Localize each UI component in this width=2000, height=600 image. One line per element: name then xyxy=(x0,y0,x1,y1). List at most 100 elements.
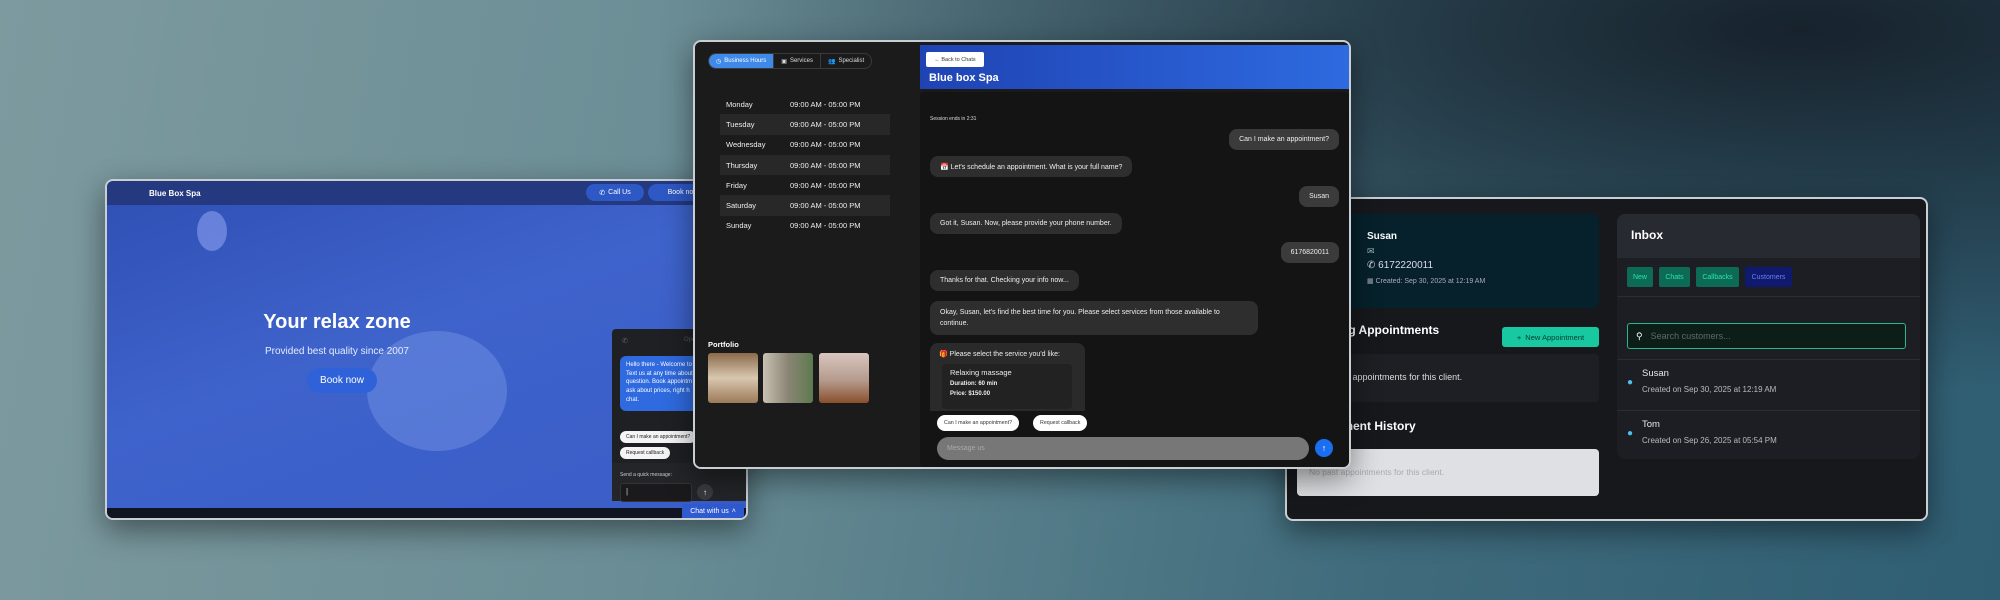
arrow-up-icon: ↑ xyxy=(703,487,707,497)
chat-with-us-button[interactable]: Chat with us ˄ xyxy=(682,504,744,518)
tab-new[interactable]: New xyxy=(1627,267,1653,287)
call-us-label: Call Us xyxy=(608,189,631,196)
search-icon: ⚲ xyxy=(1636,330,1643,341)
tab-label: Services xyxy=(789,58,813,64)
briefcase-icon: ▣ xyxy=(781,58,787,65)
chat-panel: ← Back to Chats Blue box Spa Session end… xyxy=(920,42,1349,467)
hero-subtitle: Provided best quality since 2007 xyxy=(265,346,409,357)
time: 09:00 AM - 05:00 PM xyxy=(790,99,861,109)
customer-name: Susan xyxy=(1642,368,1669,379)
decorative-candle xyxy=(197,211,227,251)
call-us-button[interactable]: ✆ Call Us xyxy=(586,184,644,201)
landing-page-window: Blue Box Spa ✆ Call Us Book now Your rela… xyxy=(105,179,748,520)
inbox-title: Inbox xyxy=(1617,214,1920,258)
service-price: Price: $150.00 xyxy=(950,391,991,397)
day: Tuesday xyxy=(726,119,755,129)
arrow-up-icon: ↑ xyxy=(1321,443,1327,453)
time: 09:00 AM - 05:00 PM xyxy=(790,140,861,150)
hours-row: Wednesday 09:00 AM - 05:00 PM xyxy=(720,135,890,155)
tab-label: Business Hours xyxy=(724,58,767,64)
day: Wednesday xyxy=(726,140,766,150)
client-created: ▦ Created: Sep 30, 2025 at 12:19 AM xyxy=(1367,277,1485,285)
info-tabs: ◷ Business Hours ▣ Services 👥 Specialist xyxy=(708,53,873,69)
user-message: Can I make an appointment? xyxy=(1229,129,1339,150)
admin-window: Susan ✉ ✆ 6172220011 ▦ Created: Sep 30, … xyxy=(1285,197,1928,521)
portfolio-image[interactable] xyxy=(763,353,813,403)
phone-icon: ✆ xyxy=(1367,260,1379,271)
chat-header: ← Back to Chats Blue box Spa xyxy=(920,45,1349,89)
day: Sunday xyxy=(726,221,752,231)
chat-window: ◷ Business Hours ▣ Services 👥 Specialist Mo… xyxy=(693,40,1351,469)
hours-row: Monday 09:00 AM - 05:00 PM xyxy=(720,94,890,114)
customer-item[interactable]: ● Susan Created on Sep 30, 2025 at 12:19 A… xyxy=(1617,359,1920,409)
hours-row: Friday 09:00 AM - 05:00 PM xyxy=(720,175,890,195)
time: 09:00 AM - 05:00 PM xyxy=(790,160,861,170)
bot-message: Got it, Susan. Now, please provide your … xyxy=(930,213,1122,234)
hours-table: Monday 09:00 AM - 05:00 PM Tuesday 09:00 A… xyxy=(720,94,890,236)
email-icon: ✉ xyxy=(1367,246,1375,256)
business-info-panel: ◷ Business Hours ▣ Services 👥 Specialist Mo… xyxy=(695,42,920,467)
time: 09:00 AM - 05:00 PM xyxy=(790,119,861,129)
tab-chats[interactable]: Chats xyxy=(1659,267,1690,287)
client-phone: ✆ 6172220011 xyxy=(1367,260,1433,271)
phone-value: 6172220011 xyxy=(1378,260,1434,271)
user-icon: ● xyxy=(1627,428,1634,439)
chat-title: Blue box Spa xyxy=(929,72,999,84)
chat-with-us-label: Chat with us xyxy=(690,507,729,515)
quick-reply-appointment[interactable]: Can I make an appointment? xyxy=(620,431,697,443)
customer-item[interactable]: ● Tom Created on Sep 26, 2025 at 05:54 PM xyxy=(1617,410,1920,459)
user-message: Susan xyxy=(1299,186,1339,207)
created-value: Created: Sep 30, 2025 at 12:19 AM xyxy=(1375,278,1486,285)
day: Saturday xyxy=(726,201,757,211)
time: 09:00 AM - 05:00 PM xyxy=(790,180,861,190)
hours-row: Saturday 09:00 AM - 05:00 PM xyxy=(720,195,890,216)
user-icon: ● xyxy=(1627,377,1634,388)
inbox-panel: Inbox New Chats Callbacks Customers ⚲ Sea… xyxy=(1617,214,1920,459)
search-customers-input[interactable]: ⚲ Search customers... xyxy=(1627,323,1906,349)
client-name: Susan xyxy=(1367,231,1398,242)
users-icon: 👥 xyxy=(827,58,836,65)
service-prompt: 🎁 Please select the service you'd like: xyxy=(939,351,1060,358)
tab-customers[interactable]: Customers xyxy=(1745,267,1792,287)
new-appointment-button[interactable]: + New Appointment xyxy=(1502,327,1599,347)
service-duration: Duration: 60 min xyxy=(950,381,998,387)
hero-title: Your relax zone xyxy=(263,311,411,333)
quick-reply-callback[interactable]: Request callback xyxy=(1033,415,1088,431)
phone-icon: ✆ xyxy=(622,338,628,345)
message-input[interactable]: Message us xyxy=(937,437,1309,460)
chevron-up-icon: ˄ xyxy=(731,507,736,515)
portfolio-image[interactable] xyxy=(708,353,758,403)
time: 09:00 AM - 05:00 PM xyxy=(790,221,861,231)
tab-specialist[interactable]: 👥 Specialist xyxy=(821,54,871,68)
tab-services[interactable]: ▣ Services xyxy=(774,54,821,68)
user-message: 6176820011 xyxy=(1280,242,1339,263)
quick-message-input[interactable]: | xyxy=(620,483,692,502)
hero-book-now-button[interactable]: Book now xyxy=(307,368,377,393)
chat-messages: Session ends in 2:31 Can I make an appoi… xyxy=(920,92,1349,467)
service-selector: 🎁 Please select the service you'd like: … xyxy=(930,343,1085,411)
send-button[interactable]: ↑ xyxy=(1315,439,1333,457)
footer-bar xyxy=(107,508,746,518)
tab-callbacks[interactable]: Callbacks xyxy=(1696,267,1739,287)
bot-message: 📅 Let's schedule an appointment. What is… xyxy=(930,156,1133,177)
tab-label: Specialist xyxy=(838,58,865,64)
service-option[interactable]: Relaxing massage Duration: 60 min Price:… xyxy=(942,364,1072,409)
quick-message-label: Send a quick message: xyxy=(620,472,672,478)
portfolio-label: Portfolio xyxy=(708,340,739,349)
back-to-chats-button[interactable]: ← Back to Chats xyxy=(926,52,984,67)
calendar-icon: ▦ xyxy=(1367,278,1376,285)
tab-business-hours[interactable]: ◷ Business Hours xyxy=(709,54,775,68)
send-button[interactable]: ↑ xyxy=(697,484,713,500)
welcome-text: Hello there - Welcome to Text us at any … xyxy=(626,362,693,403)
hours-row: Tuesday 09:00 AM - 05:00 PM xyxy=(720,114,890,135)
bot-message: Thanks for that. Checking your info now.… xyxy=(930,270,1079,291)
day: Friday xyxy=(726,180,747,190)
clock-icon: ◷ xyxy=(716,58,722,65)
quick-reply-callback[interactable]: Request callback xyxy=(620,447,671,459)
portfolio-image[interactable] xyxy=(819,353,869,403)
hours-row: Sunday 09:00 AM - 05:00 PM xyxy=(720,216,890,236)
phone-icon: ✆ xyxy=(599,189,606,197)
quick-reply-appointment[interactable]: Can I make an appointment? xyxy=(937,415,1020,431)
search-placeholder: Search customers... xyxy=(1650,331,1731,341)
customer-name: Tom xyxy=(1642,419,1660,430)
